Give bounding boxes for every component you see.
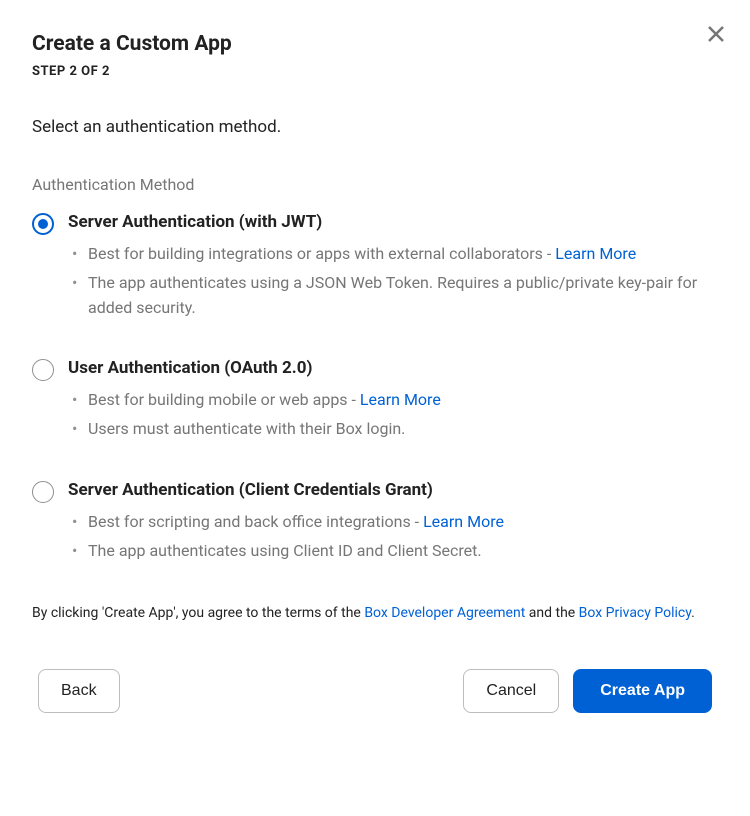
close-button[interactable] xyxy=(704,22,728,46)
learn-more-link[interactable]: Learn More xyxy=(423,512,504,531)
back-button[interactable]: Back xyxy=(38,669,120,713)
option-content: Server Authentication (with JWT) Best fo… xyxy=(68,212,718,324)
option-bullet: Best for building mobile or web apps - L… xyxy=(70,388,718,413)
option-bullet: Users must authenticate with their Box l… xyxy=(70,417,718,442)
agreement-mid: and the xyxy=(525,605,578,621)
close-icon xyxy=(704,22,728,46)
agreement-pre: By clicking 'Create App', you agree to t… xyxy=(32,605,364,621)
radio-unselected-icon xyxy=(32,481,54,503)
auth-option-oauth[interactable]: User Authentication (OAuth 2.0) Best for… xyxy=(32,358,718,446)
footer-right: Cancel Create App xyxy=(463,669,712,713)
option-content: User Authentication (OAuth 2.0) Best for… xyxy=(68,358,718,446)
option-bullet: The app authenticates using Client ID an… xyxy=(70,539,718,564)
radio-unselected-icon xyxy=(32,359,54,381)
option-bullets: Best for building mobile or web apps - L… xyxy=(68,388,718,442)
create-app-button[interactable]: Create App xyxy=(573,669,712,713)
step-indicator: STEP 2 OF 2 xyxy=(32,64,718,79)
privacy-policy-link[interactable]: Box Privacy Policy xyxy=(579,605,691,621)
option-content: Server Authentication (Client Credential… xyxy=(68,480,718,568)
learn-more-link[interactable]: Learn More xyxy=(555,244,636,263)
option-title: Server Authentication (Client Credential… xyxy=(68,480,718,500)
option-bullets: Best for scripting and back office integ… xyxy=(68,510,718,564)
option-title: Server Authentication (with JWT) xyxy=(68,212,718,232)
developer-agreement-link[interactable]: Box Developer Agreement xyxy=(364,605,525,621)
option-bullets: Best for building integrations or apps w… xyxy=(68,242,718,320)
cancel-button[interactable]: Cancel xyxy=(463,669,559,713)
create-app-dialog: Create a Custom App STEP 2 OF 2 Select a… xyxy=(0,0,750,743)
option-title: User Authentication (OAuth 2.0) xyxy=(68,358,718,378)
auth-option-client-credentials[interactable]: Server Authentication (Client Credential… xyxy=(32,480,718,568)
dialog-subtitle: Select an authentication method. xyxy=(32,117,718,137)
option-bullet: The app authenticates using a JSON Web T… xyxy=(70,271,718,321)
dialog-footer: Back Cancel Create App xyxy=(32,669,718,713)
bullet-text: Best for scripting and back office integ… xyxy=(88,512,423,531)
radio-selected-icon xyxy=(32,213,54,235)
bullet-text: Best for building integrations or apps w… xyxy=(88,244,555,263)
learn-more-link[interactable]: Learn More xyxy=(360,390,441,409)
option-bullet: Best for building integrations or apps w… xyxy=(70,242,718,267)
agreement-text: By clicking 'Create App', you agree to t… xyxy=(32,602,718,626)
bullet-text: Best for building mobile or web apps - xyxy=(88,390,360,409)
auth-option-jwt[interactable]: Server Authentication (with JWT) Best fo… xyxy=(32,212,718,324)
agreement-post: . xyxy=(691,605,695,621)
auth-method-label: Authentication Method xyxy=(32,175,718,194)
dialog-title: Create a Custom App xyxy=(32,32,718,56)
option-bullet: Best for scripting and back office integ… xyxy=(70,510,718,535)
